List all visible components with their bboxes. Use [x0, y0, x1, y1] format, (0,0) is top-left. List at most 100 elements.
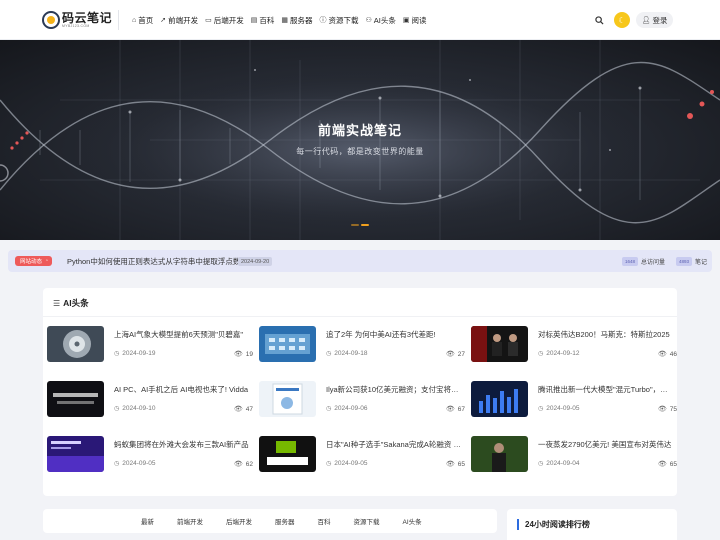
stat-label: 笔记 [695, 260, 708, 266]
category-tab[interactable]: AI头条 [403, 516, 422, 526]
headline-thumbnail[interactable] [47, 381, 104, 417]
headline-title[interactable]: Ilya新公司获10亿美元融资；支付宝将上线 [326, 384, 462, 395]
site-logo[interactable]: 码云笔记 MYBJ123.COM [42, 9, 112, 31]
robot-icon: ⚇ [365, 17, 372, 24]
headline-item: 腾讯推出新一代大模型"混元Turbo"，性能 ◷ 2024-09-05 👁︎ 75 [471, 381, 683, 419]
headline-thumbnail[interactable] [47, 326, 104, 362]
headline-date: ◷ 2024-09-19 [114, 350, 156, 357]
clock-icon: ◷ [538, 461, 544, 467]
eye-icon: 👁︎ [445, 461, 455, 468]
headline-title[interactable]: AI PC、AI手机之后 AI电视也来了! Vidda [114, 384, 250, 395]
nav-item-label: AI头条 [373, 15, 396, 25]
headline-thumbnail[interactable] [471, 381, 528, 417]
book-icon: ▤ [250, 17, 258, 24]
headline-views: 👁︎ 19 [227, 350, 253, 359]
category-tab[interactable]: 最新 [141, 516, 154, 526]
headline-title[interactable]: 日本"AI种子选手"Sakana完成A轮融资 英伟达 [326, 439, 462, 450]
eye-icon: 👁︎ [657, 406, 667, 413]
date-text: 2024-09-18 [334, 350, 368, 357]
stat-notes: 4893 笔记 [676, 257, 707, 266]
rank-title: 24小时阅读排行榜 [517, 519, 590, 530]
eye-icon: 👁︎ [445, 406, 455, 413]
clock-icon: ◷ [538, 406, 544, 412]
nav-item[interactable]: ▣ 阅读 [403, 15, 427, 26]
headline-views: 👁︎ 75 [651, 405, 677, 414]
headline-thumbnail[interactable] [471, 326, 528, 362]
headline-thumbnail[interactable] [259, 436, 316, 472]
clock-icon: ◷ [326, 461, 332, 467]
views-count: 46 [669, 350, 677, 358]
stat-value: 4893 [676, 257, 693, 266]
date-text: 2024-09-04 [546, 460, 580, 467]
theme-toggle-button[interactable]: ☾ [614, 12, 630, 28]
headline-title[interactable]: 腾讯推出新一代大模型"混元Turbo"，性能 [538, 384, 674, 395]
headline-thumbnail[interactable] [471, 436, 528, 472]
date-text: 2024-09-19 [122, 350, 156, 357]
headline-thumbnail[interactable] [259, 381, 316, 417]
reading-rank-card: 24小时阅读排行榜 [507, 509, 677, 540]
info-icon: ⓘ [319, 17, 327, 24]
headline-views: 👁︎ 65 [439, 460, 465, 469]
section-title: AI头条 [63, 298, 89, 308]
notice-badge-label: 网站动态 [20, 259, 43, 265]
headline-item: 追了2年 为何中美AI还有3代差距! ◷ 2024-09-18 👁︎ 27 [259, 326, 471, 364]
nav-item[interactable]: ⓘ 资源下载 [319, 15, 358, 26]
nav-item[interactable]: ▭ 后端开发 [205, 15, 244, 26]
headline-date: ◷ 2024-09-18 [326, 350, 368, 357]
date-text: 2024-09-10 [122, 405, 156, 412]
category-tab[interactable]: 后端开发 [226, 516, 252, 526]
dna-helix-artwork [0, 40, 720, 240]
headline-date: ◷ 2024-09-05 [538, 405, 580, 412]
date-text: 2024-09-06 [334, 405, 368, 412]
login-button[interactable]: 👤︎ 登录 [636, 12, 673, 28]
nav-item[interactable]: ▤ 百科 [251, 15, 275, 26]
notice-link[interactable]: Python中如何使用正则表达式从字符串中提取浮点数? [67, 256, 245, 267]
hero-banner[interactable]: 前端实战笔记 每一行代码，都是改变世界的能量 [0, 40, 720, 240]
views-count: 62 [245, 460, 253, 468]
nav-item-label: 资源下载 [328, 15, 359, 25]
views-count: 65 [669, 460, 677, 468]
moon-icon: ☾ [618, 15, 626, 25]
headline-item: 上海AI气象大模型提前6天预测"贝碧嘉" ◷ 2024-09-19 👁︎ 19 [47, 326, 259, 364]
nav-item-label: 阅读 [411, 15, 427, 25]
headline-title[interactable]: 对标英伟达B200！马斯克：特斯拉2025 [538, 329, 674, 340]
main-nav: ⌂ 首页 ➚ 前端开发 ▭ 后端开发 ▤ 百科 ▦ 服务器 ⓘ 资源下载 ⚇ AI头条 ▣ 阅读 [132, 0, 433, 40]
bell-icon: ◔ [45, 258, 49, 264]
headline-views: 👁︎ 27 [439, 350, 465, 359]
nav-item-label: 服务器 [289, 15, 313, 25]
headline-date: ◷ 2024-09-12 [538, 350, 580, 357]
carousel-dot-1[interactable] [351, 224, 359, 226]
category-tab[interactable]: 百科 [318, 516, 331, 526]
eye-icon: 👁︎ [657, 461, 667, 468]
headline-thumbnail[interactable] [47, 436, 104, 472]
headline-thumbnail[interactable] [259, 326, 316, 362]
list-icon: ☰ [53, 298, 61, 308]
headline-title[interactable]: 追了2年 为何中美AI还有3代差距! [326, 329, 462, 340]
views-count: 67 [457, 405, 465, 413]
clock-icon: ◷ [114, 351, 120, 357]
nav-item-label: 后端开发 [213, 15, 244, 25]
category-tab[interactable]: 前端开发 [177, 516, 203, 526]
headline-date: ◷ 2024-09-06 [326, 405, 368, 412]
search-icon[interactable] [594, 15, 604, 25]
nav-item[interactable]: ➚ 前端开发 [160, 15, 198, 26]
views-count: 47 [245, 405, 253, 413]
headline-title[interactable]: 蚂蚁集团将在外滩大会发布三款AI新产品 [114, 439, 250, 450]
clock-icon: ◷ [114, 406, 120, 412]
nav-item[interactable]: ⌂ 首页 [132, 15, 153, 26]
nav-item[interactable]: ▦ 服务器 [281, 15, 312, 26]
eye-icon: 👁︎ [233, 406, 243, 413]
headline-title[interactable]: 上海AI气象大模型提前6天预测"贝碧嘉" [114, 329, 250, 340]
headline-date: ◷ 2024-09-10 [114, 405, 156, 412]
date-text: 2024-09-05 [122, 460, 156, 467]
carousel-dot-2[interactable] [361, 224, 369, 226]
user-icon: 👤︎ [641, 17, 651, 24]
category-tab[interactable]: 资源下载 [354, 516, 380, 526]
nav-item[interactable]: ⚇ AI头条 [365, 15, 395, 26]
headline-item: 蚂蚁集团将在外滩大会发布三款AI新产品 ◷ 2024-09-05 👁︎ 62 [47, 436, 259, 474]
headline-item: 对标英伟达B200！马斯克：特斯拉2025 ◷ 2024-09-12 👁︎ 46 [471, 326, 683, 364]
category-tab[interactable]: 服务器 [275, 516, 295, 526]
headline-date: ◷ 2024-09-05 [114, 460, 156, 467]
headline-title[interactable]: 一夜蒸发2790亿美元! 美国宣布对英伟达 [538, 439, 674, 450]
nav-item-label: 首页 [138, 15, 154, 25]
